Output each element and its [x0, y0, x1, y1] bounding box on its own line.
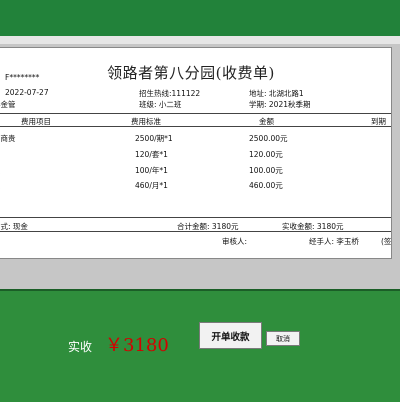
- student-id: F********: [5, 73, 40, 82]
- row-3-standard: 100/年*1: [135, 166, 168, 175]
- receipt-title: 领路者第八分园(收费单): [107, 64, 275, 82]
- student-name: 孙金管: [0, 100, 16, 109]
- row-2-standard: 120/套*1: [135, 150, 168, 159]
- reviewer-label: 审核人:: [222, 237, 248, 246]
- address: 地址: 北湖北路1: [249, 89, 304, 98]
- row-4-item: 费: [0, 180, 1, 191]
- term: 学期: 2021秋季期: [249, 100, 311, 109]
- hotline: 招生热线:111122: [139, 89, 201, 98]
- row-2-amount: 120.00元: [249, 150, 283, 159]
- received-amount-display: ￥3180: [105, 335, 169, 356]
- row-3-amount: 100.00元: [249, 166, 283, 175]
- row-1-standard: 2500/期*1: [135, 134, 173, 143]
- row-1-item: 育商贵: [0, 134, 16, 143]
- row-4-amount: 460.00元: [249, 181, 283, 190]
- receipt-paper: 领路者第八分园(收费单) F******** 2022-07-27 招生热线:1…: [0, 47, 392, 259]
- row-4-standard: 460/月*1: [135, 181, 168, 190]
- charge-button[interactable]: 开单收款: [199, 322, 262, 349]
- handler-signature-hint: (签: [381, 237, 392, 246]
- window-top-band: [0, 0, 400, 36]
- header-divider-bottom: [0, 126, 391, 127]
- header-divider-top: [0, 113, 391, 114]
- received-label: 实收: [68, 340, 93, 354]
- totals-divider: [0, 217, 391, 218]
- row-1-amount: 2500.00元: [249, 134, 288, 143]
- receipt-date: 2022-07-27: [5, 88, 49, 97]
- row-3-item: 费: [0, 165, 1, 176]
- cancel-button[interactable]: 取消: [266, 331, 300, 346]
- handler-label: 经手人: 李玉桥: [309, 237, 359, 246]
- class-name: 班级: 小二班: [139, 100, 182, 109]
- signature-divider: [0, 231, 391, 232]
